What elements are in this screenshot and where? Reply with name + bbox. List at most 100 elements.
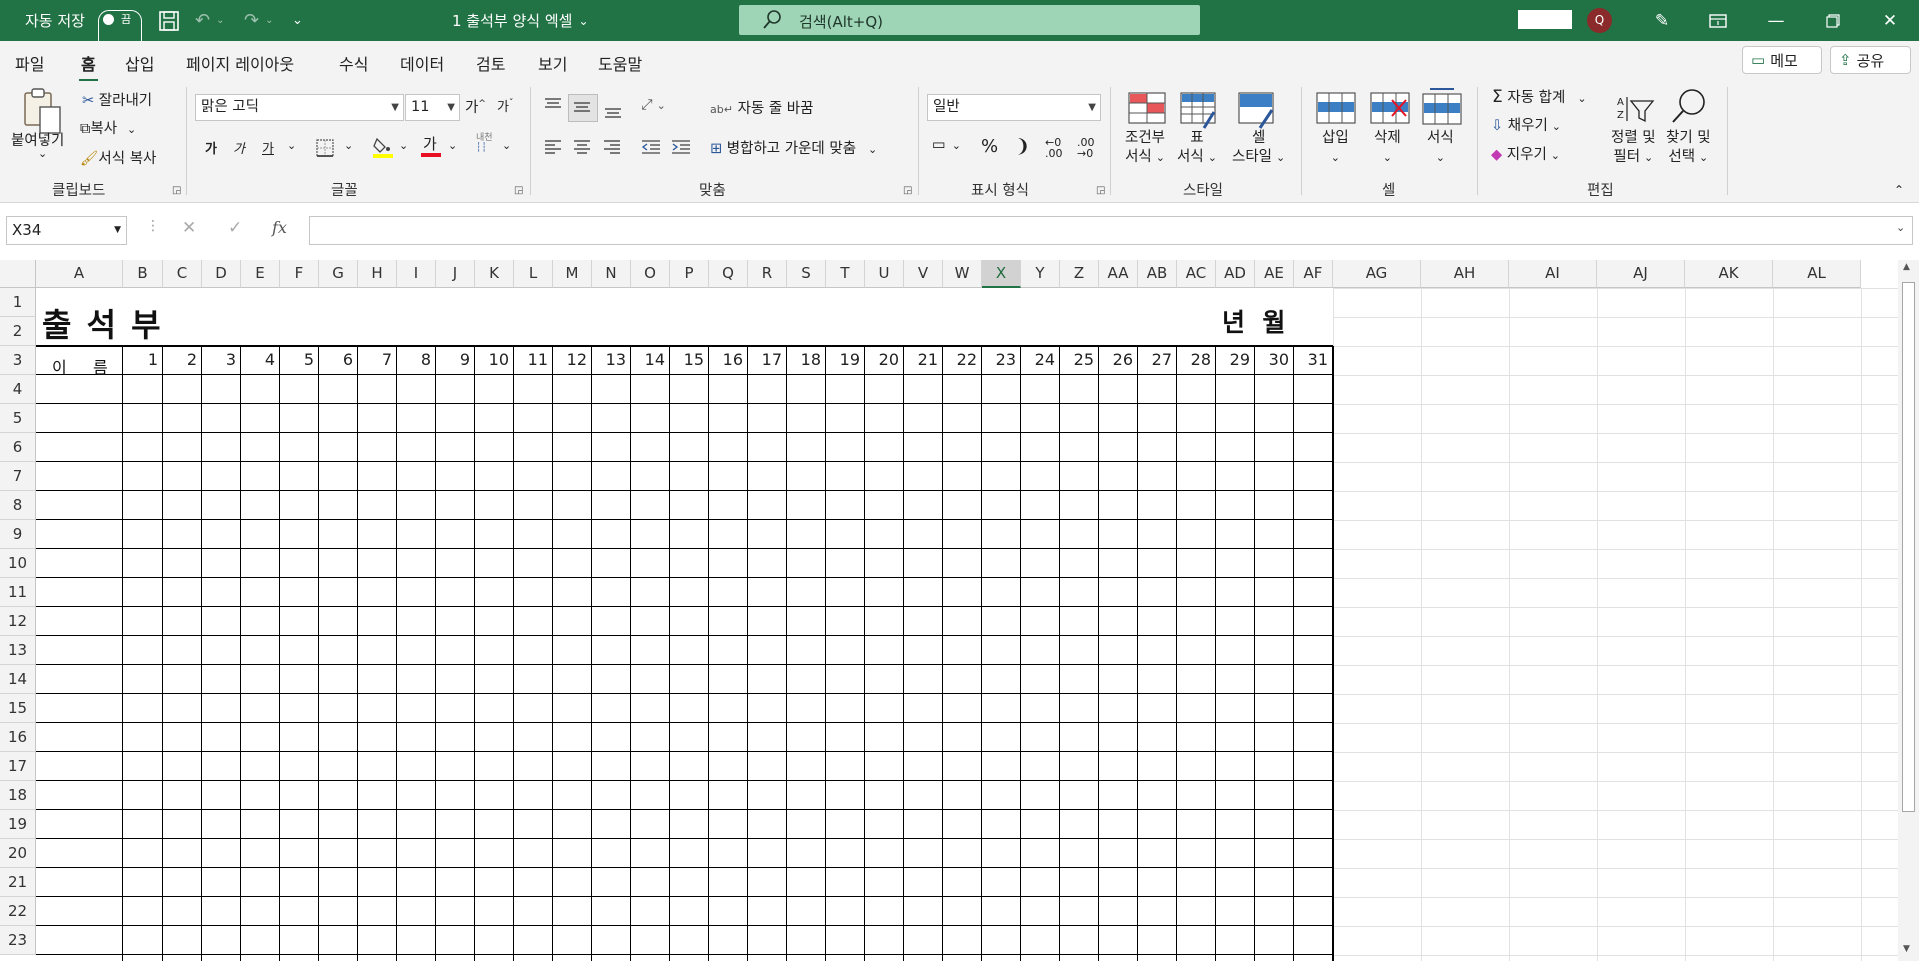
column-header[interactable]: P	[670, 260, 709, 288]
formula-input[interactable]	[309, 216, 1913, 245]
day-header-cell[interactable]: 30	[1255, 346, 1289, 374]
column-header[interactable]: T	[826, 260, 865, 288]
pen-icon[interactable]: ✎	[1634, 0, 1690, 41]
column-header[interactable]: S	[787, 260, 826, 288]
day-header-cell[interactable]: 19	[826, 346, 860, 374]
tab-file[interactable]: 파일	[15, 51, 44, 75]
cell-styles-button[interactable]: 셀 스타일 ⌄	[1232, 129, 1285, 167]
day-header-cell[interactable]: 14	[631, 346, 665, 374]
font-color-dropdown-icon[interactable]: ⌄	[448, 139, 457, 152]
expand-formula-icon[interactable]: ⌄	[1896, 221, 1905, 234]
row-header[interactable]: 4	[0, 375, 36, 404]
day-header-cell[interactable]: 26	[1099, 346, 1133, 374]
column-header[interactable]: G	[319, 260, 358, 288]
font-size-dropdown[interactable]: 11 ▼	[405, 94, 460, 121]
scroll-up-icon[interactable]: ▲	[1903, 262, 1910, 272]
minimize-icon[interactable]: —	[1748, 0, 1804, 41]
decrease-font-button[interactable]: 가ˇ	[497, 96, 513, 115]
day-header-cell[interactable]: 25	[1060, 346, 1094, 374]
table-format-icon[interactable]	[1180, 92, 1218, 134]
select-all-button[interactable]	[0, 260, 36, 288]
document-title[interactable]: 1 출석부 양식 엑셀 ⌄	[452, 0, 589, 41]
table-format-button[interactable]: 표 서식 ⌄	[1177, 129, 1217, 167]
underline-button[interactable]: 가	[262, 138, 274, 157]
scroll-down-icon[interactable]: ▼	[1903, 944, 1910, 954]
day-header-cell[interactable]: 21	[904, 346, 938, 374]
paste-dropdown-icon[interactable]: ⌄	[38, 147, 47, 160]
column-header[interactable]: AC	[1177, 260, 1216, 288]
share-button[interactable]: ⇪ 공유	[1830, 46, 1911, 74]
row-header[interactable]: 23	[0, 926, 36, 955]
row-header[interactable]: 2	[0, 317, 36, 346]
column-header[interactable]: X	[982, 260, 1021, 288]
day-header-cell[interactable]: 13	[592, 346, 626, 374]
tab-data[interactable]: 데이터	[400, 51, 444, 75]
decrease-decimal-icon[interactable]: .00 →0	[1077, 137, 1095, 159]
font-name-dropdown[interactable]: 맑은 고딕 ▼	[195, 94, 404, 121]
fill-color-icon[interactable]	[372, 135, 394, 163]
memo-button[interactable]: ▭ 메모	[1742, 46, 1822, 74]
autosum-button[interactable]: Σ 자동 합계 ⌄	[1492, 86, 1587, 107]
fill-color-dropdown-icon[interactable]: ⌄	[399, 139, 408, 152]
row-header[interactable]: 3	[0, 346, 36, 375]
column-header[interactable]: C	[163, 260, 202, 288]
enter-icon[interactable]: ✓	[228, 218, 242, 238]
ribbon-display-icon[interactable]	[1690, 0, 1746, 41]
sheet-title[interactable]: 출 석 부	[42, 300, 163, 346]
column-header[interactable]: AH	[1421, 260, 1509, 288]
day-header-cell[interactable]: 1	[123, 346, 158, 374]
row-header[interactable]: 5	[0, 404, 36, 433]
undo-icon[interactable]: ↶ ⌄	[195, 0, 224, 41]
phonetic-button[interactable]: 내천 ┆┆	[476, 133, 493, 153]
alignment-launcher-icon[interactable]: ◲	[903, 185, 912, 196]
row-header[interactable]: 17	[0, 752, 36, 781]
wrap-text-button[interactable]: ab↵ 자동 줄 바꿈	[710, 97, 813, 118]
cancel-icon[interactable]: ✕	[182, 218, 196, 238]
column-header[interactable]: H	[358, 260, 397, 288]
borders-dropdown-icon[interactable]: ⌄	[344, 139, 353, 152]
row-header[interactable]: 10	[0, 549, 36, 578]
align-bottom-icon[interactable]	[604, 103, 622, 123]
column-header[interactable]: V	[904, 260, 943, 288]
account-name[interactable]	[1518, 10, 1572, 29]
delete-cells-icon[interactable]	[1370, 92, 1410, 128]
tab-view[interactable]: 보기	[538, 51, 567, 75]
number-format-dropdown[interactable]: 일반 ▼	[927, 94, 1101, 121]
row-header[interactable]: 6	[0, 433, 36, 462]
day-header-cell[interactable]: 9	[436, 346, 470, 374]
day-header-cell[interactable]: 6	[319, 346, 353, 374]
column-header[interactable]: N	[592, 260, 631, 288]
day-header-cell[interactable]: 8	[397, 346, 431, 374]
row-header[interactable]: 12	[0, 607, 36, 636]
tab-help[interactable]: 도움말	[598, 51, 642, 75]
find-select-icon[interactable]	[1670, 87, 1708, 129]
merge-center-button[interactable]: ⊞ 병합하고 가운데 맞춤 ⌄	[710, 137, 877, 158]
sort-filter-button[interactable]: 정렬 및 필터 ⌄	[1611, 129, 1656, 167]
column-header[interactable]: U	[865, 260, 904, 288]
column-header[interactable]: Y	[1021, 260, 1060, 288]
row-header[interactable]: 13	[0, 636, 36, 665]
fill-button[interactable]: ⇩ 채우기 ⌄	[1491, 114, 1561, 135]
row-header[interactable]: 16	[0, 723, 36, 752]
clipboard-launcher-icon[interactable]: ◲	[172, 185, 181, 196]
font-color-icon[interactable]: 가	[420, 134, 442, 164]
column-header[interactable]: B	[123, 260, 163, 288]
copy-button[interactable]: ⧉복사 ⌄	[80, 117, 136, 138]
column-header[interactable]: F	[280, 260, 319, 288]
column-header[interactable]: AG	[1333, 260, 1421, 288]
day-header-cell[interactable]: 17	[748, 346, 782, 374]
column-header[interactable]: R	[748, 260, 787, 288]
format-cells-button[interactable]: 서식 ⌄	[1427, 129, 1454, 167]
underline-dropdown-icon[interactable]: ⌄	[287, 139, 296, 152]
tab-page-layout[interactable]: 페이지 레이아웃	[186, 51, 294, 75]
row-header[interactable]: 18	[0, 781, 36, 810]
day-header-cell[interactable]: 20	[865, 346, 899, 374]
worksheet-grid[interactable]: A B C D E F G H I J K L M N O P Q R S T U V W X Y Z AA AB AC AD AE AF AG…	[0, 260, 1919, 961]
column-header[interactable]: W	[943, 260, 982, 288]
italic-button[interactable]: 가	[233, 138, 245, 157]
cell-styles-icon[interactable]	[1238, 92, 1276, 134]
bold-button[interactable]: 가	[205, 138, 217, 157]
column-header[interactable]: AD	[1216, 260, 1255, 288]
comma-icon[interactable]: ❩	[1015, 136, 1030, 157]
day-header-cell[interactable]: 16	[709, 346, 743, 374]
